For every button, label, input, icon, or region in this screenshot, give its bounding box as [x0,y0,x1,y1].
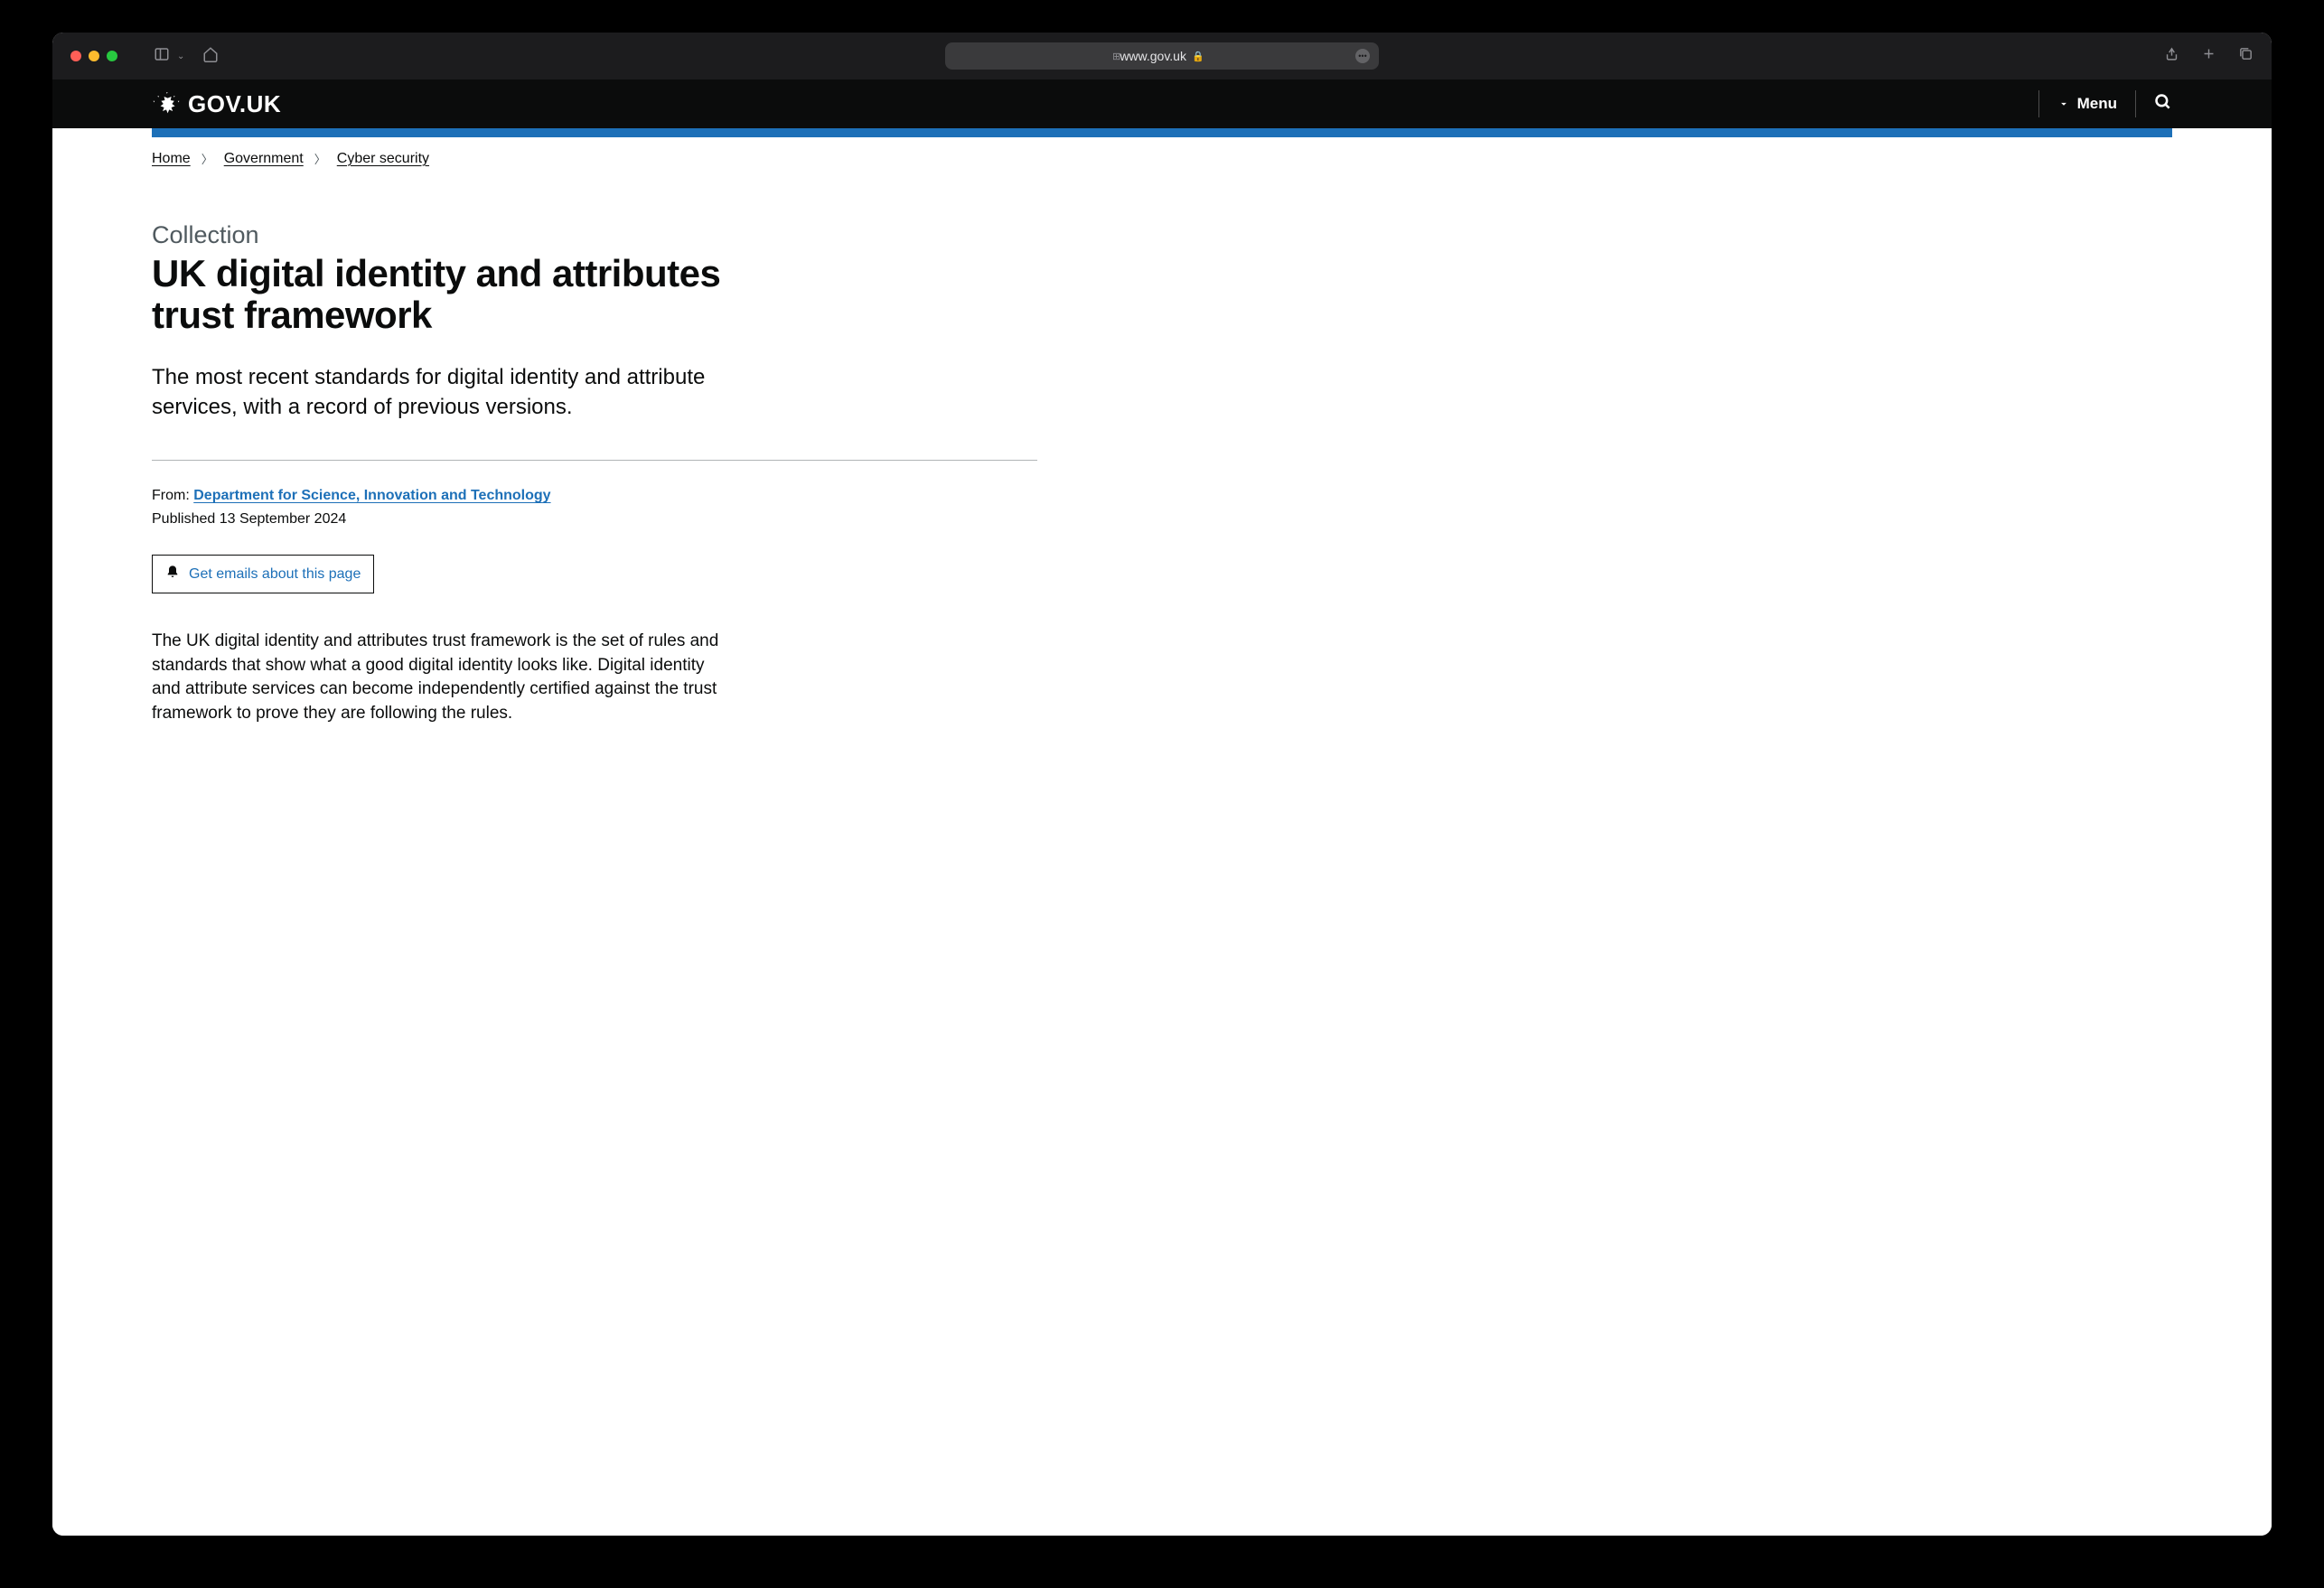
from-row: From: Department for Science, Innovation… [152,488,2172,504]
address-bar[interactable]: ⊞ www.gov.uk 🔒 ••• [945,42,1379,70]
sidebar-toggle-icon[interactable] [154,46,170,67]
search-icon[interactable] [2154,93,2172,116]
chevron-down-icon[interactable]: ⌄ [177,51,184,61]
breadcrumb-cyber-security[interactable]: Cyber security [337,151,429,167]
share-icon[interactable] [2164,46,2179,66]
from-department-link[interactable]: Department for Science, Innovation and T… [193,488,550,503]
menu-button[interactable]: Menu [2057,95,2117,113]
browser-toolbar: ⌄ ⊞ www.gov.uk 🔒 ••• [52,33,2272,79]
page-content: Home 〉 Government 〉 Cyber security Colle… [52,137,2272,1536]
maximize-window-button[interactable] [107,51,117,61]
divider [2135,90,2136,117]
breadcrumb-home[interactable]: Home [152,151,191,167]
divider [152,460,1037,461]
blue-accent-bar [152,128,2172,137]
more-icon[interactable]: ••• [1355,49,1370,63]
bell-icon [165,565,180,584]
tabs-icon[interactable] [2238,46,2254,66]
breadcrumb-government[interactable]: Government [224,151,304,167]
main-content: Collection UK digital identity and attri… [152,176,748,422]
email-button-label: Get emails about this page [189,566,361,583]
home-icon[interactable] [202,46,219,67]
crown-icon [152,92,181,116]
get-emails-button[interactable]: Get emails about this page [152,555,374,593]
close-window-button[interactable] [70,51,81,61]
page-title: UK digital identity and attributes trust… [152,253,748,336]
toolbar-right-icons [2164,46,2254,66]
chevron-right-icon: 〉 [314,150,326,167]
url-text: www.gov.uk [1120,49,1186,63]
logo-text: GOV.UK [188,90,281,118]
from-label: From: [152,488,190,503]
chevron-right-icon: 〉 [201,150,213,167]
page-metadata: From: Department for Science, Innovation… [152,488,2172,528]
breadcrumbs: Home 〉 Government 〉 Cyber security [152,137,2172,176]
published-date: Published 13 September 2024 [152,511,2172,528]
window-controls [70,51,117,61]
menu-label: Menu [2077,95,2117,113]
site-settings-icon[interactable]: ⊞ [1112,51,1120,62]
body-paragraph: The UK digital identity and attributes t… [152,630,721,725]
page-caption: Collection [152,221,748,249]
browser-window: ⌄ ⊞ www.gov.uk 🔒 ••• [52,33,2272,1536]
divider [2038,90,2039,117]
lock-icon: 🔒 [1192,51,1204,62]
minimize-window-button[interactable] [89,51,99,61]
new-tab-icon[interactable] [2201,46,2216,66]
header-nav: Menu [2020,90,2172,117]
chevron-down-icon [2057,98,2070,110]
site-header: GOV.UK Menu [52,79,2272,128]
toolbar-left-icons: ⌄ [154,46,219,67]
govuk-logo[interactable]: GOV.UK [152,90,281,118]
page-description: The most recent standards for digital id… [152,363,748,422]
